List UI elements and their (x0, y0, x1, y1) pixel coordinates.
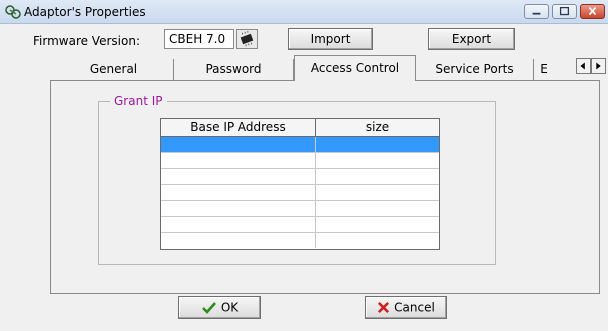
tab-scroll-right-button[interactable] (591, 58, 606, 74)
table-row[interactable] (161, 169, 439, 185)
base-ip-cell[interactable] (161, 153, 316, 168)
size-cell[interactable] (316, 201, 439, 216)
tab-truncated[interactable]: E (534, 59, 554, 81)
size-cell[interactable] (316, 153, 439, 168)
base-ip-cell[interactable] (161, 233, 316, 248)
tab-service-ports[interactable]: Service Ports (416, 59, 534, 81)
maximize-icon (559, 6, 570, 16)
size-cell[interactable] (316, 137, 439, 152)
adaptor-properties-window: Adaptor's Properties Firmware Version: C… (0, 0, 608, 331)
base-ip-cell[interactable] (161, 201, 316, 216)
network-adaptor-icon (5, 5, 21, 19)
table-header: Base IP Address size (161, 119, 439, 137)
base-ip-cell[interactable] (161, 185, 316, 200)
close-button[interactable] (580, 4, 605, 19)
size-cell[interactable] (316, 185, 439, 200)
base-ip-cell[interactable] (161, 137, 316, 152)
cancel-button[interactable]: Cancel (365, 296, 447, 319)
tab-scroll-left-button[interactable] (576, 58, 591, 74)
grant-ip-label: Grant IP (110, 94, 167, 108)
minimize-button[interactable] (524, 4, 549, 19)
title-bar[interactable]: Adaptor's Properties (0, 0, 608, 24)
ok-label: OK (220, 300, 239, 315)
cancel-label: Cancel (394, 300, 435, 315)
arrow-left-icon (580, 62, 585, 70)
chip-icon (240, 30, 254, 47)
column-header-base-ip[interactable]: Base IP Address (161, 119, 316, 136)
tab-strip: General Password Access Control Service … (50, 55, 600, 81)
grant-ip-table[interactable]: Base IP Address size (160, 118, 440, 250)
column-header-size[interactable]: size (316, 119, 439, 136)
ok-button[interactable]: OK (178, 296, 261, 319)
window-title: Adaptor's Properties (24, 5, 146, 19)
maximize-button[interactable] (552, 4, 577, 19)
firmware-version-field: CBEH 7.0 (164, 29, 234, 49)
size-cell[interactable] (316, 233, 439, 248)
tab-password[interactable]: Password (174, 59, 294, 81)
table-row[interactable] (161, 233, 439, 249)
arrow-right-icon (596, 62, 601, 70)
close-icon (588, 7, 597, 16)
import-button[interactable]: Import (288, 28, 373, 50)
table-row[interactable] (161, 217, 439, 233)
tab-access-control[interactable]: Access Control (294, 55, 416, 81)
tab-scroll-arrows (576, 58, 606, 74)
table-row[interactable] (161, 201, 439, 217)
base-ip-cell[interactable] (161, 217, 316, 232)
firmware-version-label: Firmware Version: (33, 34, 140, 48)
firmware-chip-button[interactable] (236, 29, 258, 49)
export-button[interactable]: Export (428, 28, 515, 50)
table-row[interactable] (161, 185, 439, 201)
tab-general[interactable]: General (54, 59, 174, 81)
size-cell[interactable] (316, 217, 439, 232)
size-cell[interactable] (316, 169, 439, 184)
minimize-icon (532, 12, 541, 15)
checkmark-icon (201, 301, 216, 314)
base-ip-cell[interactable] (161, 169, 316, 184)
x-mark-icon (378, 301, 390, 314)
table-row[interactable] (161, 153, 439, 169)
table-row[interactable] (161, 137, 439, 153)
